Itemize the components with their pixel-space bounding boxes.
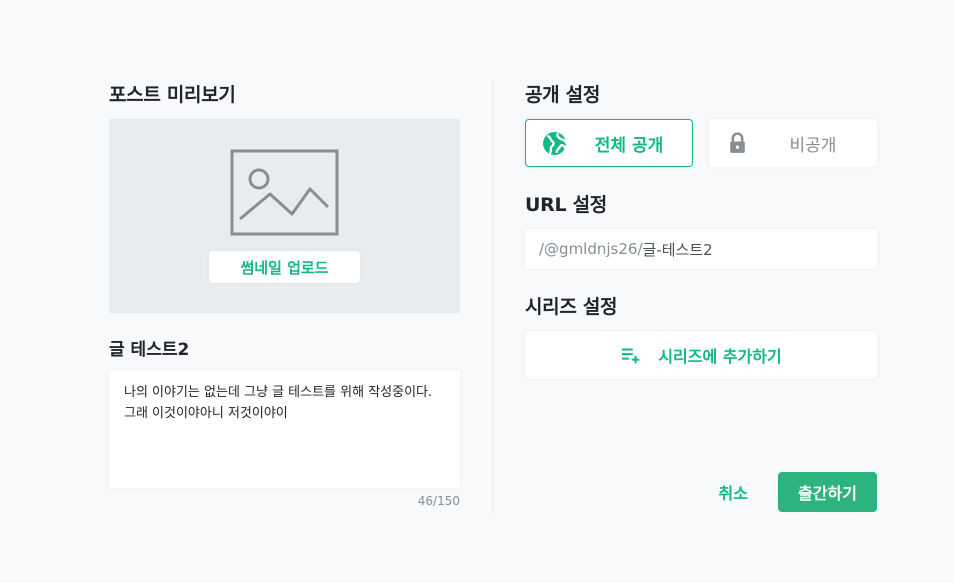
visibility-heading: 공개 설정 xyxy=(525,84,601,106)
public-visibility-button[interactable]: 전체 공개 xyxy=(525,119,693,167)
add-to-series-label: 시리즈에 추가하기 xyxy=(658,347,782,366)
post-preview-section: 포스트 미리보기 썸네일 업로드 글 테스트2 나의 이야기는 없는데 그냥 글… xyxy=(109,80,460,508)
url-heading: URL 설정 xyxy=(525,194,607,216)
image-placeholder-icon xyxy=(230,149,339,236)
url-prefix: /@gmldnjs26/ xyxy=(539,240,643,258)
visibility-options: 전체 공개 비공개 xyxy=(525,119,877,167)
url-slug[interactable]: 글-테스트2 xyxy=(643,239,713,260)
series-heading: 시리즈 설정 xyxy=(525,296,618,318)
thumbnail-area[interactable]: 썸네일 업로드 xyxy=(109,119,460,313)
action-buttons: 취소 출간하기 xyxy=(719,472,877,512)
cancel-button[interactable]: 취소 xyxy=(719,472,748,512)
publish-settings-section: 공개 설정 전체 공개 비공개 URL 설정 /@gmldnjs26/글-테스트… xyxy=(525,80,877,379)
character-counter: 46/150 xyxy=(417,494,460,508)
description-textarea[interactable]: 나의 이야기는 없는데 그냥 글 테스트를 위해 작성중이다. 그래 이것이야아니… xyxy=(109,370,460,488)
private-visibility-button[interactable]: 비공개 xyxy=(709,119,877,167)
post-title: 글 테스트2 xyxy=(109,340,190,360)
upload-thumbnail-button[interactable]: 썸네일 업로드 xyxy=(209,251,360,283)
url-input[interactable]: /@gmldnjs26/글-테스트2 xyxy=(525,229,877,269)
globe-icon xyxy=(543,132,567,155)
column-divider xyxy=(492,80,493,513)
add-to-series-button[interactable]: 시리즈에 추가하기 xyxy=(525,331,877,379)
description-text: 나의 이야기는 없는데 그냥 글 테스트를 위해 작성중이다. 그래 이것이야아니… xyxy=(124,385,433,421)
preview-heading: 포스트 미리보기 xyxy=(109,84,236,106)
playlist-add-icon xyxy=(622,348,640,364)
publish-button[interactable]: 출간하기 xyxy=(778,472,877,512)
lock-icon xyxy=(730,132,745,153)
